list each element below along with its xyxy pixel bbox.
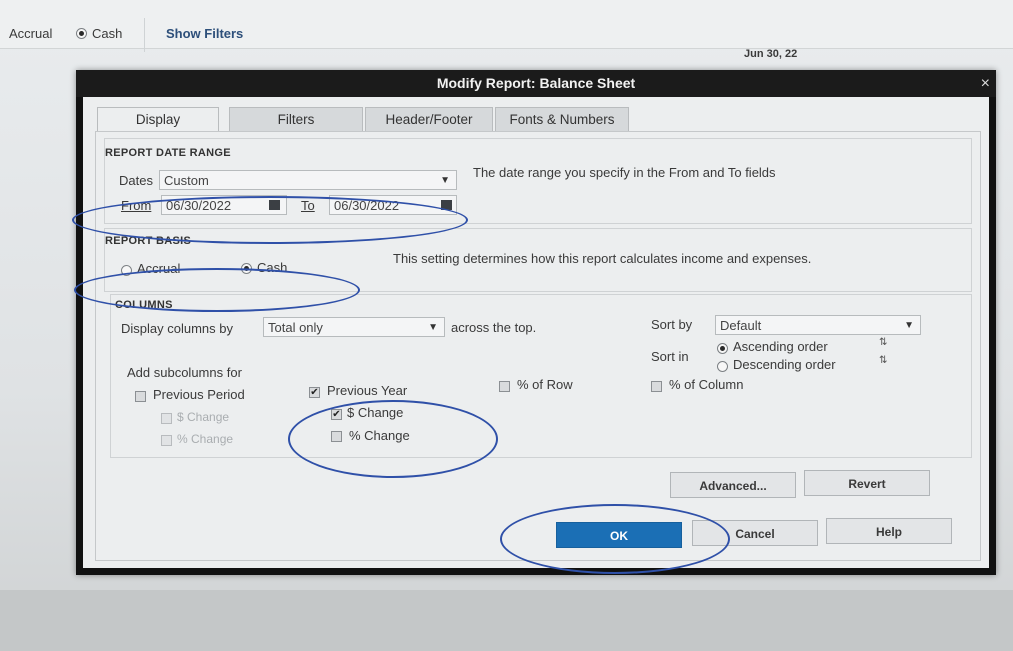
display-columns-value: Total only <box>268 320 323 335</box>
highlight-ring-ok-button <box>500 504 730 574</box>
modify-report-dialog: Modify Report: Balance Sheet × Display F… <box>76 70 996 575</box>
pp-pct-change-label[interactable]: % Change <box>177 432 233 446</box>
date-range-hint: The date range you specify in the From a… <box>473 165 776 180</box>
tab-filters[interactable]: Filters <box>229 107 363 132</box>
sort-by-value: Default <box>720 318 762 333</box>
pct-of-column-checkbox[interactable] <box>651 381 662 392</box>
close-icon[interactable]: × <box>981 70 990 97</box>
sort-by-select[interactable]: Default ▼ <box>715 315 921 335</box>
help-button[interactable]: Help <box>826 518 952 544</box>
bg-cash-label[interactable]: Cash <box>92 26 122 41</box>
previous-period-checkbox[interactable] <box>135 391 146 402</box>
pct-of-row-label[interactable]: % of Row <box>517 377 573 392</box>
chevron-down-icon: ▼ <box>440 175 450 186</box>
dates-select[interactable]: Custom ▼ <box>159 170 457 190</box>
ascending-label[interactable]: Ascending order <box>733 339 828 354</box>
ascending-radio[interactable] <box>717 343 728 354</box>
descending-radio[interactable] <box>717 361 728 372</box>
pct-of-row-checkbox[interactable] <box>499 381 510 392</box>
revert-button[interactable]: Revert <box>804 470 930 496</box>
previous-period-label[interactable]: Previous Period <box>153 387 245 402</box>
tab-fonts-numbers[interactable]: Fonts & Numbers <box>495 107 629 132</box>
dates-label: Dates <box>119 173 153 188</box>
highlight-ring-date-range <box>72 196 468 244</box>
advanced-button[interactable]: Advanced... <box>670 472 796 498</box>
report-date-range-heading: REPORT DATE RANGE <box>105 147 231 159</box>
dialog-body: Display Filters Header/Footer Fonts & Nu… <box>83 97 989 568</box>
previous-year-label[interactable]: Previous Year <box>327 383 407 398</box>
report-basis-hint: This setting determines how this report … <box>393 251 812 266</box>
chevron-down-icon: ▼ <box>428 322 438 333</box>
across-top-label: across the top. <box>451 320 537 335</box>
toolbar-divider <box>144 18 145 52</box>
tab-header-footer[interactable]: Header/Footer <box>365 107 493 132</box>
sort-in-label: Sort in <box>651 349 689 364</box>
descending-label[interactable]: Descending order <box>733 357 836 372</box>
column-header-date: Jun 30, 22 <box>744 48 798 60</box>
previous-year-checkbox[interactable]: ✔ <box>309 387 320 398</box>
columns-group: COLUMNS Display columns by Total only ▼ … <box>110 294 972 458</box>
sort-by-label: Sort by <box>651 317 693 332</box>
pp-dollar-change-checkbox[interactable] <box>161 413 172 424</box>
display-tab-panel: REPORT DATE RANGE Dates Custom ▼ The dat… <box>95 131 981 561</box>
sort-ascending-icon: ⇅ <box>879 337 888 348</box>
show-filters-link[interactable]: Show Filters <box>166 26 243 41</box>
chevron-down-icon: ▼ <box>904 320 914 331</box>
bg-accrual-label[interactable]: Accrual <box>9 26 52 41</box>
sort-descending-icon: ⇅ <box>879 355 888 366</box>
highlight-ring-report-basis <box>74 268 360 312</box>
tab-display[interactable]: Display <box>97 107 219 134</box>
display-columns-label: Display columns by <box>121 321 233 336</box>
dialog-title: Modify Report: Balance Sheet <box>76 70 996 97</box>
highlight-ring-previous-year <box>288 400 498 478</box>
pct-of-column-label[interactable]: % of Column <box>669 377 743 392</box>
pp-pct-change-checkbox[interactable] <box>161 435 172 446</box>
pp-dollar-change-label[interactable]: $ Change <box>177 410 229 424</box>
bg-cash-radio[interactable] <box>76 28 87 39</box>
dates-select-value: Custom <box>164 173 209 188</box>
display-columns-select[interactable]: Total only ▼ <box>263 317 445 337</box>
report-toolbar <box>0 0 1013 49</box>
report-background-area <box>0 590 1013 651</box>
add-subcolumns-label: Add subcolumns for <box>127 365 242 380</box>
